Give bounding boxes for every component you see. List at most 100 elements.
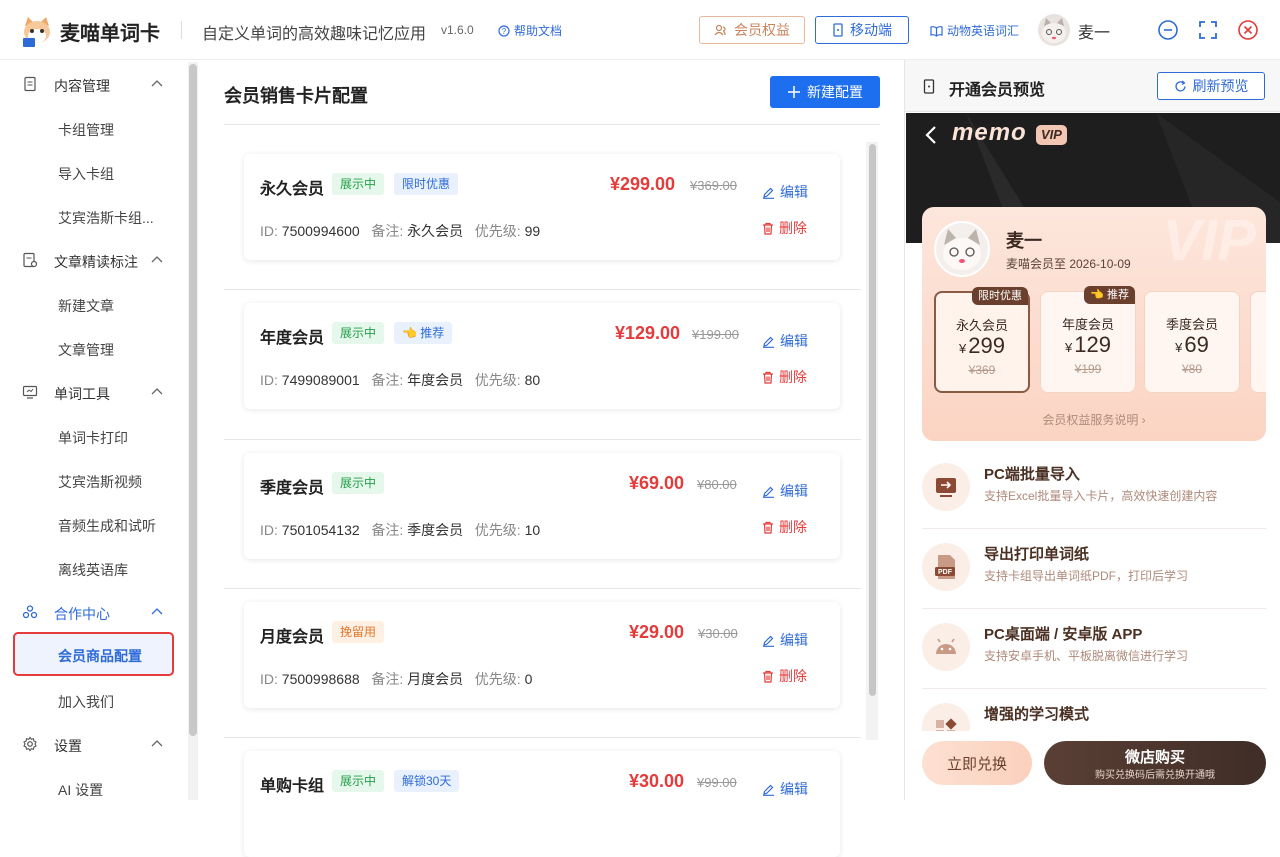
redeem-button[interactable]: 立即兑换 [922, 741, 1032, 785]
id-label: ID: [260, 671, 278, 687]
benefits-info-link[interactable]: 会员权益服务说明 › [922, 411, 1266, 428]
sidebar-item-new-article[interactable]: 新建文章 [0, 282, 188, 326]
gear-icon [23, 736, 37, 752]
feature-title: PC端批量导入 [984, 466, 1080, 483]
delete-button[interactable]: 删除 [762, 666, 807, 686]
new-config-button[interactable]: 新建配置 [770, 76, 880, 108]
sidebar-item-join-us[interactable]: 加入我们 [0, 678, 188, 722]
sidebar-item-audio-generate[interactable]: 音频生成和试听 [0, 502, 188, 546]
delete-label: 删除 [779, 220, 807, 236]
sidebar-item-import-deck[interactable]: 导入卡组 [0, 150, 188, 194]
edit-icon [763, 187, 774, 199]
feature-title: 增强的学习模式 [984, 706, 1090, 723]
sidebar-group-article[interactable]: 文章精读标注 [0, 238, 188, 282]
product-note: 季度会员 [407, 522, 464, 538]
animal-vocab-link[interactable]: 动物英语词汇 [930, 22, 1019, 39]
note-label: 备注: [371, 671, 404, 687]
cooperation-icon [22, 605, 38, 619]
preview-header: 开通会员预览 刷新预览 [905, 60, 1280, 112]
product-card: 单购卡组 展示中 解锁30天 ¥30.00 ¥99.00 编辑 [244, 751, 840, 857]
purchase-bar: 立即兑换 微店购买 购买兑换码后需兑换开通哦 [906, 731, 1280, 800]
help-docs-link[interactable]: ? 帮助文档 [498, 22, 562, 39]
animal-vocab-label: 动物英语词汇 [947, 24, 1020, 38]
currency-symbol: ¥ [1065, 340, 1073, 355]
vip-benefits-button[interactable]: 会员权益 [699, 16, 805, 44]
edit-button[interactable]: 编辑 [762, 331, 808, 351]
refresh-preview-button[interactable]: 刷新预览 [1157, 72, 1265, 100]
sidebar-group-word-tools[interactable]: 单词工具 [0, 370, 188, 414]
sidebar-item-offline-library[interactable]: 离线英语库 [0, 546, 188, 590]
scrollbar-thumb[interactable] [189, 64, 197, 736]
plan-price-value: 129 [1074, 332, 1111, 357]
sidebar-item-article-manage[interactable]: 文章管理 [0, 326, 188, 370]
status-badge: 展示中 [332, 770, 385, 792]
buy-label: 微店购买 [1124, 749, 1185, 766]
sidebar-item-ebbinghaus-deck[interactable]: 艾宾浩斯卡组... [0, 194, 188, 238]
sidebar-item-label: 单词卡打印 [58, 430, 128, 446]
mobile-preview: memo VIP VIP 麦一 麦喵会员至 2026-10-09 限时优惠 永久… [906, 113, 1280, 800]
edit-button[interactable]: 编辑 [762, 779, 808, 799]
product-card: 年度会员 展示中 👈 推荐 ID: 7499089001 备注: 年度会员 优先… [244, 303, 840, 409]
sidebar-group-content[interactable]: 内容管理 [0, 62, 188, 106]
back-arrow-icon[interactable] [924, 125, 938, 145]
app-logo-icon [20, 14, 54, 48]
product-card: 月度会员 挽留用 ID: 7500998688 备注: 月度会员 优先级: 0 … [244, 602, 840, 708]
sidebar-item-ebbinghaus-video[interactable]: 艾宾浩斯视频 [0, 458, 188, 502]
sidebar-item-member-products[interactable]: 会员商品配置 [13, 632, 174, 676]
sidebar-item-label: 艾宾浩斯视频 [58, 474, 142, 490]
android-icon [922, 623, 970, 671]
app-subtitle: 自定义单词的高效趣味记忆应用 [202, 26, 427, 43]
scrollbar-thumb[interactable] [869, 144, 876, 696]
plan-option-quarterly[interactable]: 季度会员 ¥69 ¥80 [1144, 291, 1240, 393]
plan-option-partial[interactable] [1250, 291, 1266, 393]
sidebar-group-settings[interactable]: 设置 [0, 722, 188, 766]
sidebar-item-deck-manage[interactable]: 卡组管理 [0, 106, 188, 150]
users-icon [714, 24, 726, 36]
product-id: 7501054132 [281, 522, 360, 538]
delete-button[interactable]: 删除 [762, 517, 807, 537]
minimize-icon [1158, 20, 1178, 40]
product-priority: 0 [524, 671, 533, 687]
delete-button[interactable]: 删除 [762, 367, 807, 387]
mobile-button[interactable]: 移动端 [815, 16, 909, 44]
preview-panel: 开通会员预览 刷新预览 memo VIP VIP 麦一 麦喵会员至 2026-1… [904, 60, 1280, 800]
divider [181, 21, 182, 39]
plan-price-value: 69 [1184, 332, 1209, 357]
product-priority: 10 [524, 522, 541, 538]
phone-icon [923, 79, 935, 94]
feature-item: PC桌面端 / 安卓版 APP 支持安卓手机、平板脱离微信进行学习 [922, 609, 1266, 689]
sidebar-item-card-print[interactable]: 单词卡打印 [0, 414, 188, 458]
edit-icon [763, 336, 774, 348]
edit-button[interactable]: 编辑 [762, 630, 808, 650]
priority-label: 优先级: [474, 522, 521, 538]
fullscreen-icon [1199, 21, 1217, 39]
close-icon [1238, 20, 1258, 40]
close-button[interactable] [1237, 19, 1259, 41]
plan-option-yearly[interactable]: 👈 推荐 年度会员 ¥129 ¥199 [1040, 286, 1136, 393]
article-annotate-icon [23, 252, 38, 268]
user-avatar[interactable] [1038, 14, 1070, 46]
sidebar-item-label: AI 设置 [58, 782, 104, 798]
product-priority: 80 [524, 372, 541, 388]
plan-option-lifetime[interactable]: 限时优惠 永久会员 ¥299 ¥369 [934, 287, 1030, 393]
edit-button[interactable]: 编辑 [762, 481, 808, 501]
priority-label: 优先级: [474, 671, 521, 687]
delete-button[interactable]: 删除 [762, 218, 807, 238]
divider [224, 289, 861, 290]
preview-title: 开通会员预览 [949, 82, 1046, 99]
list-scrollbar[interactable] [866, 142, 878, 740]
original-price: ¥199.00 [692, 327, 739, 342]
weidian-buy-button[interactable]: 微店购买 购买兑换码后需兑换开通哦 [1044, 741, 1266, 785]
id-label: ID: [260, 522, 278, 538]
sidebar-item-label: 离线英语库 [58, 562, 128, 578]
plan-price-value: 299 [968, 333, 1005, 358]
minimize-button[interactable] [1157, 19, 1179, 41]
buy-sublabel: 购买兑换码后需兑换开通哦 [1095, 770, 1215, 781]
sidebar-item-label: 艾宾浩斯卡组... [58, 210, 154, 226]
product-card: 永久会员 展示中 限时优惠 ID: 7500994600 备注: 永久会员 优先… [244, 154, 840, 260]
edit-button[interactable]: 编辑 [762, 182, 808, 202]
sidebar-item-ai-settings[interactable]: AI 设置 [0, 766, 188, 810]
sidebar-group-cooperation[interactable]: 合作中心 [0, 590, 188, 634]
sidebar-scrollbar[interactable] [188, 62, 198, 800]
fullscreen-button[interactable] [1197, 19, 1219, 41]
